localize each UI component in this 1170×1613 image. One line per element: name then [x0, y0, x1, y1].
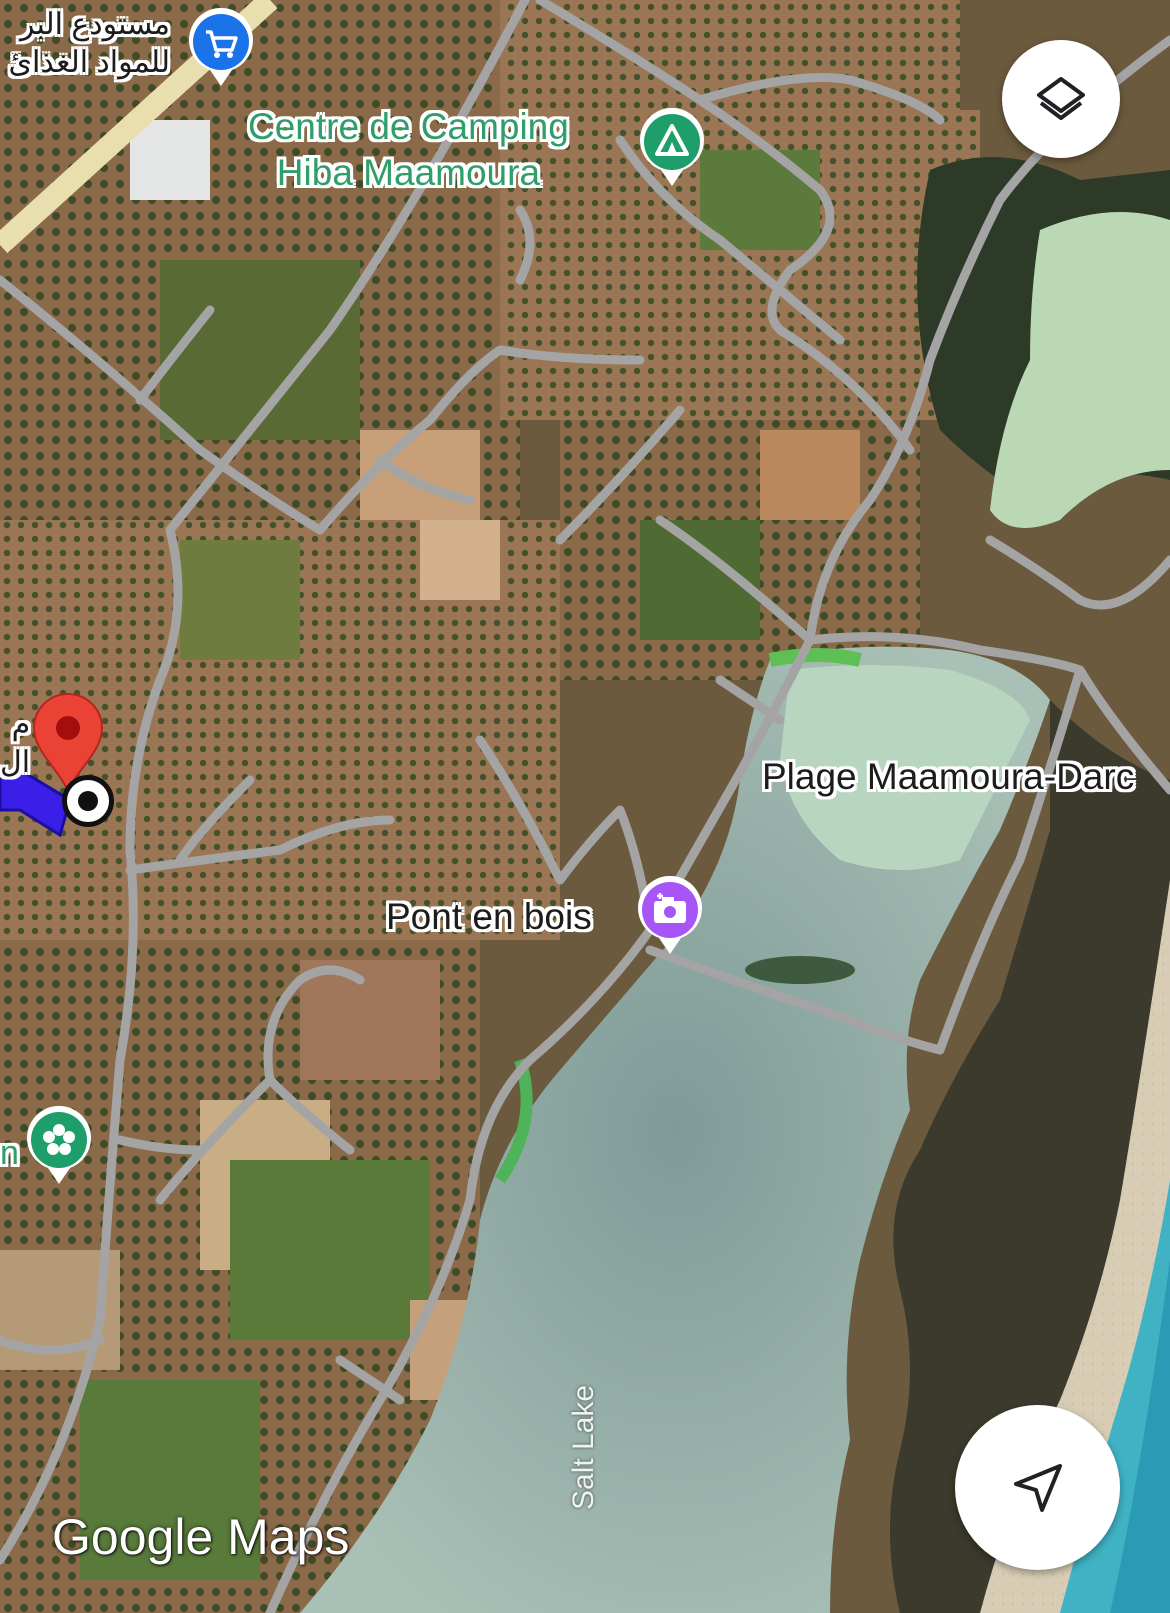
photo-camera-icon — [638, 875, 702, 954]
store-label-line1: مستودع البر — [19, 8, 170, 41]
camping-pin[interactable] — [637, 107, 707, 188]
camping-tent-icon — [640, 107, 704, 186]
edge-place-label[interactable]: م ال — [0, 706, 30, 782]
edge-label-line2: ال — [0, 746, 31, 779]
shopping-cart-icon — [189, 7, 253, 86]
my-location-button[interactable] — [955, 1405, 1120, 1570]
edge-label-line1: م — [11, 708, 31, 741]
navigation-arrow-icon — [1013, 1463, 1062, 1512]
camping-label[interactable]: Centre de Camping Hiba Maamoura — [248, 104, 569, 196]
google-maps-watermark: Google Maps — [52, 1509, 350, 1565]
store-pin[interactable] — [186, 7, 256, 88]
satellite-map[interactable] — [0, 0, 1170, 1613]
camping-label-line1: Centre de Camping — [248, 106, 569, 147]
store-label[interactable]: مستودع البر للمواد الغذائ — [9, 6, 170, 82]
flower-icon — [27, 1105, 91, 1184]
store-label-line2: للمواد الغذائ — [8, 46, 170, 79]
flower-poi-pin[interactable] — [24, 1105, 94, 1186]
beach-label[interactable]: Plage Maamoura-Darc — [762, 756, 1134, 798]
salt-lake-label: Salt Lake — [567, 1384, 600, 1510]
algae-edge — [768, 648, 862, 667]
layers-icon — [1037, 77, 1085, 120]
route-endpoint-marker[interactable] — [62, 775, 114, 827]
bridge-label[interactable]: Pont en bois — [386, 896, 592, 938]
camping-label-line2: Hiba Maamoura — [276, 152, 541, 193]
flower-poi-label[interactable]: n — [0, 1130, 19, 1176]
bridge-pin[interactable] — [635, 875, 705, 956]
lagoon-islet — [745, 956, 855, 984]
layers-button[interactable] — [1002, 40, 1120, 158]
route-endpoint-dot — [78, 791, 98, 811]
